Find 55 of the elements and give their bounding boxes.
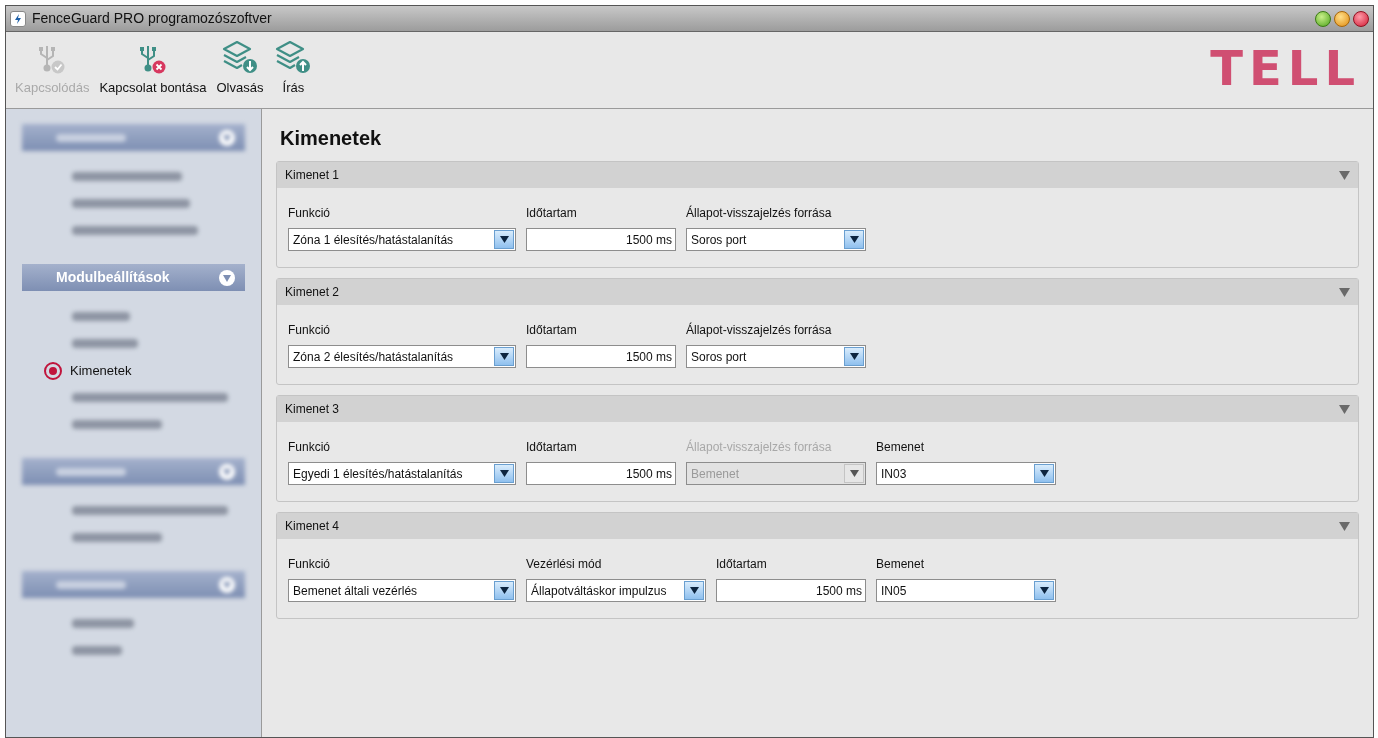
maximize-button[interactable] (1334, 10, 1350, 27)
dropdown[interactable]: Állapotváltáskor impulzus (526, 579, 706, 602)
dropdown[interactable]: IN05 (876, 579, 1056, 602)
dropdown[interactable]: Zóna 1 élesítés/hatástalanítás (288, 228, 516, 251)
panel-header[interactable]: Kimenet 4 (277, 513, 1358, 539)
duration-input[interactable]: 1500 ms (526, 345, 676, 368)
field-label: Időtartam (526, 205, 578, 222)
panel-title: Kimenet 3 (285, 401, 340, 418)
field-label: Funkció (288, 556, 332, 573)
minimize-button[interactable] (1315, 10, 1331, 27)
field-label: Állapot-visszajelzés forrása (686, 204, 833, 222)
field-label: Funkció (288, 205, 332, 222)
field-label: Bemenet (876, 556, 926, 573)
duration-input[interactable]: 1500 ms (716, 579, 866, 602)
panel-header[interactable]: Kimenet 1 (277, 162, 1358, 188)
toolbar-button[interactable]: Írás (269, 40, 318, 98)
blurred-text (56, 580, 126, 589)
field-label: Vezérlési mód (526, 556, 603, 573)
sidebar-item[interactable]: Kimenetek (70, 360, 132, 381)
blurred-text (56, 467, 126, 476)
toolbar-button[interactable]: Olvasás (212, 40, 268, 98)
dropdown[interactable]: Soros port (686, 345, 866, 368)
panel-header[interactable]: Kimenet 2 (277, 279, 1358, 305)
panel-title: Kimenet 2 (285, 284, 340, 301)
sidebar-group-header[interactable] (22, 124, 245, 151)
page-title: Kimenetek (279, 126, 383, 151)
panel-title: Kimenet 1 (285, 167, 340, 184)
dropdown[interactable]: Egyedi 1 élesítés/hatástalanítás (288, 462, 516, 485)
dropdown[interactable]: Zóna 2 élesítés/hatástalanítás (288, 345, 516, 368)
panel-title: Kimenet 4 (285, 518, 340, 535)
usb-cross-icon (138, 44, 167, 74)
field-label: Bemenet (876, 439, 926, 456)
window-title: FenceGuard PRO programozószoftver (32, 9, 272, 28)
field-label: Állapot-visszajelzés forrása (686, 438, 833, 456)
field-label: Funkció (288, 439, 332, 456)
usb-check-icon (38, 44, 67, 74)
dropdown[interactable]: IN03 (876, 462, 1056, 485)
blurred-text (56, 133, 126, 142)
field-label: Időtartam (716, 556, 768, 573)
close-button[interactable] (1353, 10, 1369, 27)
company-logo: TELL (1210, 44, 1361, 92)
app-icon (10, 10, 26, 27)
sidebar-group-title: Modulbeállítások (56, 268, 170, 287)
sidebar-group-header[interactable] (22, 458, 245, 485)
field-label: Időtartam (526, 322, 578, 339)
field-label: Időtartam (526, 439, 578, 456)
panel-header[interactable]: Kimenet 3 (277, 396, 1358, 422)
field-label: Funkció (288, 322, 332, 339)
toolbar-button[interactable]: Kapcsolat bontása (95, 40, 211, 98)
duration-input[interactable]: 1500 ms (526, 228, 676, 251)
field-label: Állapot-visszajelzés forrása (686, 321, 833, 339)
dropdown[interactable]: Bemenet általi vezérlés (288, 579, 516, 602)
dropdown[interactable]: Soros port (686, 228, 866, 251)
sidebar-group-header[interactable] (22, 571, 245, 598)
duration-input[interactable]: 1500 ms (526, 462, 676, 485)
